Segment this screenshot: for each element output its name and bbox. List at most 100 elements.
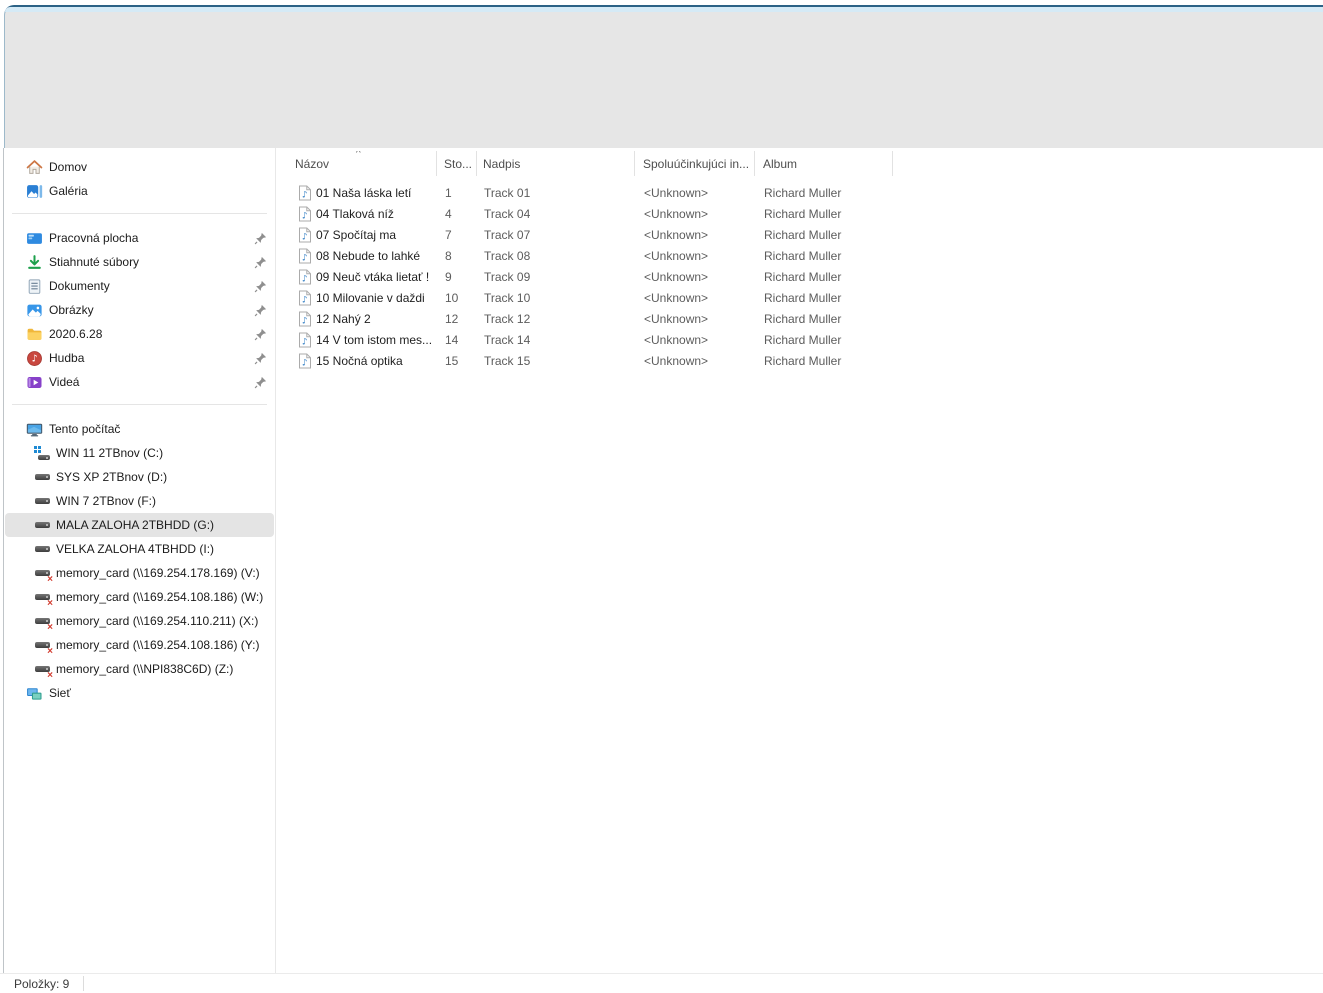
file-row[interactable]: ♪ 09 Neuč vtáka lietať ! 9 Track 09 <Unkn… bbox=[276, 266, 1323, 287]
column-header-row: ^ Názov Sto... Nadpis Spoluúčinkujúci in… bbox=[276, 150, 1323, 177]
sidebar-item-label: Obrázky bbox=[49, 303, 94, 317]
file-row[interactable]: ♪ 08 Nebude to lahké 8 Track 08 <Unknown>… bbox=[276, 245, 1323, 266]
sidebar-item-drive-d[interactable]: SYS XP 2TBnov (D:) bbox=[5, 465, 274, 489]
column-header-nadpis[interactable]: Nadpis bbox=[477, 151, 635, 176]
file-name: 01 Naša láska letí bbox=[316, 185, 412, 200]
file-row[interactable]: ♪ 04 Tlaková níž 4 Track 04 <Unknown> Ric… bbox=[276, 203, 1323, 224]
file-row[interactable]: ♪ 15 Nočná optika 15 Track 15 <Unknown> R… bbox=[276, 350, 1323, 371]
column-header-artists[interactable]: Spoluúčinkujúci in... bbox=[635, 151, 755, 176]
sidebar-item-gallery[interactable]: Galéria bbox=[5, 179, 274, 203]
track-number: 7 bbox=[445, 227, 452, 242]
status-bar: Položky: 9 bbox=[0, 973, 1323, 993]
sidebar-item-label: MALA ZALOHA 2TBHDD (G:) bbox=[56, 518, 215, 532]
audio-file-icon: ♪ bbox=[298, 353, 312, 369]
home-icon bbox=[26, 159, 43, 176]
audio-file-icon: ♪ bbox=[298, 227, 312, 243]
pin-icon bbox=[254, 352, 267, 365]
network-drive-icon: × bbox=[35, 566, 53, 584]
sidebar-item-documents[interactable]: Dokumenty bbox=[5, 274, 274, 298]
svg-text:♪: ♪ bbox=[302, 232, 308, 242]
svg-text:♪: ♪ bbox=[302, 316, 308, 326]
column-header-label: Spoluúčinkujúci in... bbox=[643, 156, 750, 171]
sidebar-item-netdrive-z[interactable]: × memory_card (\\NPI838C6D) (Z:) bbox=[5, 657, 274, 681]
sidebar-item-drive-f[interactable]: WIN 7 2TBnov (F:) bbox=[5, 489, 274, 513]
sidebar-item-netdrive-y[interactable]: × memory_card (\\169.254.108.186) (Y:) bbox=[5, 633, 274, 657]
track-title: Track 07 bbox=[484, 227, 531, 242]
column-header-album[interactable]: Album bbox=[755, 151, 893, 176]
svg-text:♪: ♪ bbox=[302, 337, 308, 347]
this-pc-icon bbox=[26, 421, 43, 438]
column-header-nazov[interactable]: ^ Názov bbox=[276, 151, 437, 176]
contributing-artists: <Unknown> bbox=[644, 248, 709, 263]
file-row[interactable]: ♪ 12 Nahý 2 12 Track 12 <Unknown> Richard… bbox=[276, 308, 1323, 329]
sidebar-item-label: WIN 11 2TBnov (C:) bbox=[56, 446, 164, 460]
contributing-artists: <Unknown> bbox=[644, 290, 709, 305]
gallery-icon bbox=[26, 183, 43, 200]
file-list: ^ Názov Sto... Nadpis Spoluúčinkujúci in… bbox=[276, 150, 1323, 371]
album-name: Richard Muller bbox=[764, 332, 842, 347]
svg-text:♪: ♪ bbox=[31, 353, 37, 364]
file-row[interactable]: ♪ 10 Milovanie v daždi 10 Track 10 <Unkno… bbox=[276, 287, 1323, 308]
sidebar-item-drive-g[interactable]: MALA ZALOHA 2TBHDD (G:) bbox=[5, 513, 274, 537]
track-title: Track 12 bbox=[484, 311, 531, 326]
album-name: Richard Muller bbox=[764, 311, 842, 326]
pin-icon bbox=[254, 256, 267, 269]
folder-icon bbox=[26, 326, 43, 343]
sidebar-item-folder-2020628[interactable]: 2020.6.28 bbox=[5, 322, 274, 346]
contributing-artists: <Unknown> bbox=[644, 332, 709, 347]
sort-ascending-icon: ^ bbox=[356, 151, 361, 159]
sidebar-item-netdrive-w[interactable]: × memory_card (\\169.254.108.186) (W:) bbox=[5, 585, 274, 609]
sidebar-item-downloads[interactable]: Stiahnuté súbory bbox=[5, 250, 274, 274]
audio-file-icon: ♪ bbox=[298, 269, 312, 285]
sidebar-item-drive-i[interactable]: VELKA ZALOHA 4TBHDD (I:) bbox=[5, 537, 274, 561]
explorer-window: Domov Galéria Pracovná plocha Stiahnuté … bbox=[0, 0, 1323, 993]
sidebar-item-this-pc[interactable]: Tento počítač bbox=[5, 417, 274, 441]
sidebar-item-desktop[interactable]: Pracovná plocha bbox=[5, 226, 274, 250]
sidebar-item-label: memory_card (\\169.254.108.186) (W:) bbox=[56, 590, 264, 604]
file-row[interactable]: ♪ 14 V tom istom mes... 14 Track 14 <Unkn… bbox=[276, 329, 1323, 350]
album-name: Richard Muller bbox=[764, 206, 842, 221]
file-row[interactable]: ♪ 07 Spočítaj ma 7 Track 07 <Unknown> Ric… bbox=[276, 224, 1323, 245]
contributing-artists: <Unknown> bbox=[644, 206, 709, 221]
sidebar-item-videos[interactable]: Videá bbox=[5, 370, 274, 394]
file-name: 14 V tom istom mes... bbox=[316, 332, 433, 347]
sidebar-item-drive-c[interactable]: WIN 11 2TBnov (C:) bbox=[5, 441, 274, 465]
network-drive-icon: × bbox=[35, 662, 53, 680]
sidebar-item-label: Hudba bbox=[49, 351, 85, 365]
items-count-label: Položky: 9 bbox=[14, 976, 70, 991]
track-number: 14 bbox=[445, 332, 459, 347]
track-title: Track 15 bbox=[484, 353, 531, 368]
sidebar-item-label: Stiahnuté súbory bbox=[49, 255, 140, 269]
file-row[interactable]: ♪ 01 Naša láska letí 1 Track 01 <Unknown>… bbox=[276, 182, 1323, 203]
album-name: Richard Muller bbox=[764, 353, 842, 368]
track-title: Track 01 bbox=[484, 185, 531, 200]
contributing-artists: <Unknown> bbox=[644, 353, 709, 368]
toolbar-accent-strip bbox=[5, 7, 1323, 12]
contributing-artists: <Unknown> bbox=[644, 185, 709, 200]
column-header-stopa[interactable]: Sto... bbox=[437, 151, 477, 176]
column-header-label: Sto... bbox=[444, 156, 473, 171]
track-number: 1 bbox=[445, 185, 452, 200]
sidebar-item-label: SYS XP 2TBnov (D:) bbox=[56, 470, 168, 484]
track-title: Track 14 bbox=[484, 332, 531, 347]
sidebar-item-pictures[interactable]: Obrázky bbox=[5, 298, 274, 322]
track-title: Track 10 bbox=[484, 290, 531, 305]
sidebar-item-network[interactable]: Sieť bbox=[5, 681, 274, 705]
sidebar-item-music[interactable]: ♪ Hudba bbox=[5, 346, 274, 370]
track-number: 10 bbox=[445, 290, 459, 305]
track-title: Track 09 bbox=[484, 269, 531, 284]
svg-text:♪: ♪ bbox=[302, 211, 308, 221]
track-number: 8 bbox=[445, 248, 452, 263]
sidebar-item-label: VELKA ZALOHA 4TBHDD (I:) bbox=[56, 542, 215, 556]
file-name: 15 Nočná optika bbox=[316, 353, 403, 368]
sidebar-item-netdrive-x[interactable]: × memory_card (\\169.254.110.211) (X:) bbox=[5, 609, 274, 633]
navigation-pane: Domov Galéria Pracovná plocha Stiahnuté … bbox=[4, 148, 275, 973]
album-name: Richard Muller bbox=[764, 290, 842, 305]
sidebar-item-label: Videá bbox=[49, 375, 80, 389]
column-header-label: Nadpis bbox=[483, 156, 521, 171]
documents-icon bbox=[26, 278, 43, 295]
file-name: 09 Neuč vtáka lietať ! bbox=[316, 269, 430, 284]
sidebar-item-netdrive-v[interactable]: × memory_card (\\169.254.178.169) (V:) bbox=[5, 561, 274, 585]
sidebar-item-home[interactable]: Domov bbox=[5, 155, 274, 179]
track-number: 9 bbox=[445, 269, 452, 284]
